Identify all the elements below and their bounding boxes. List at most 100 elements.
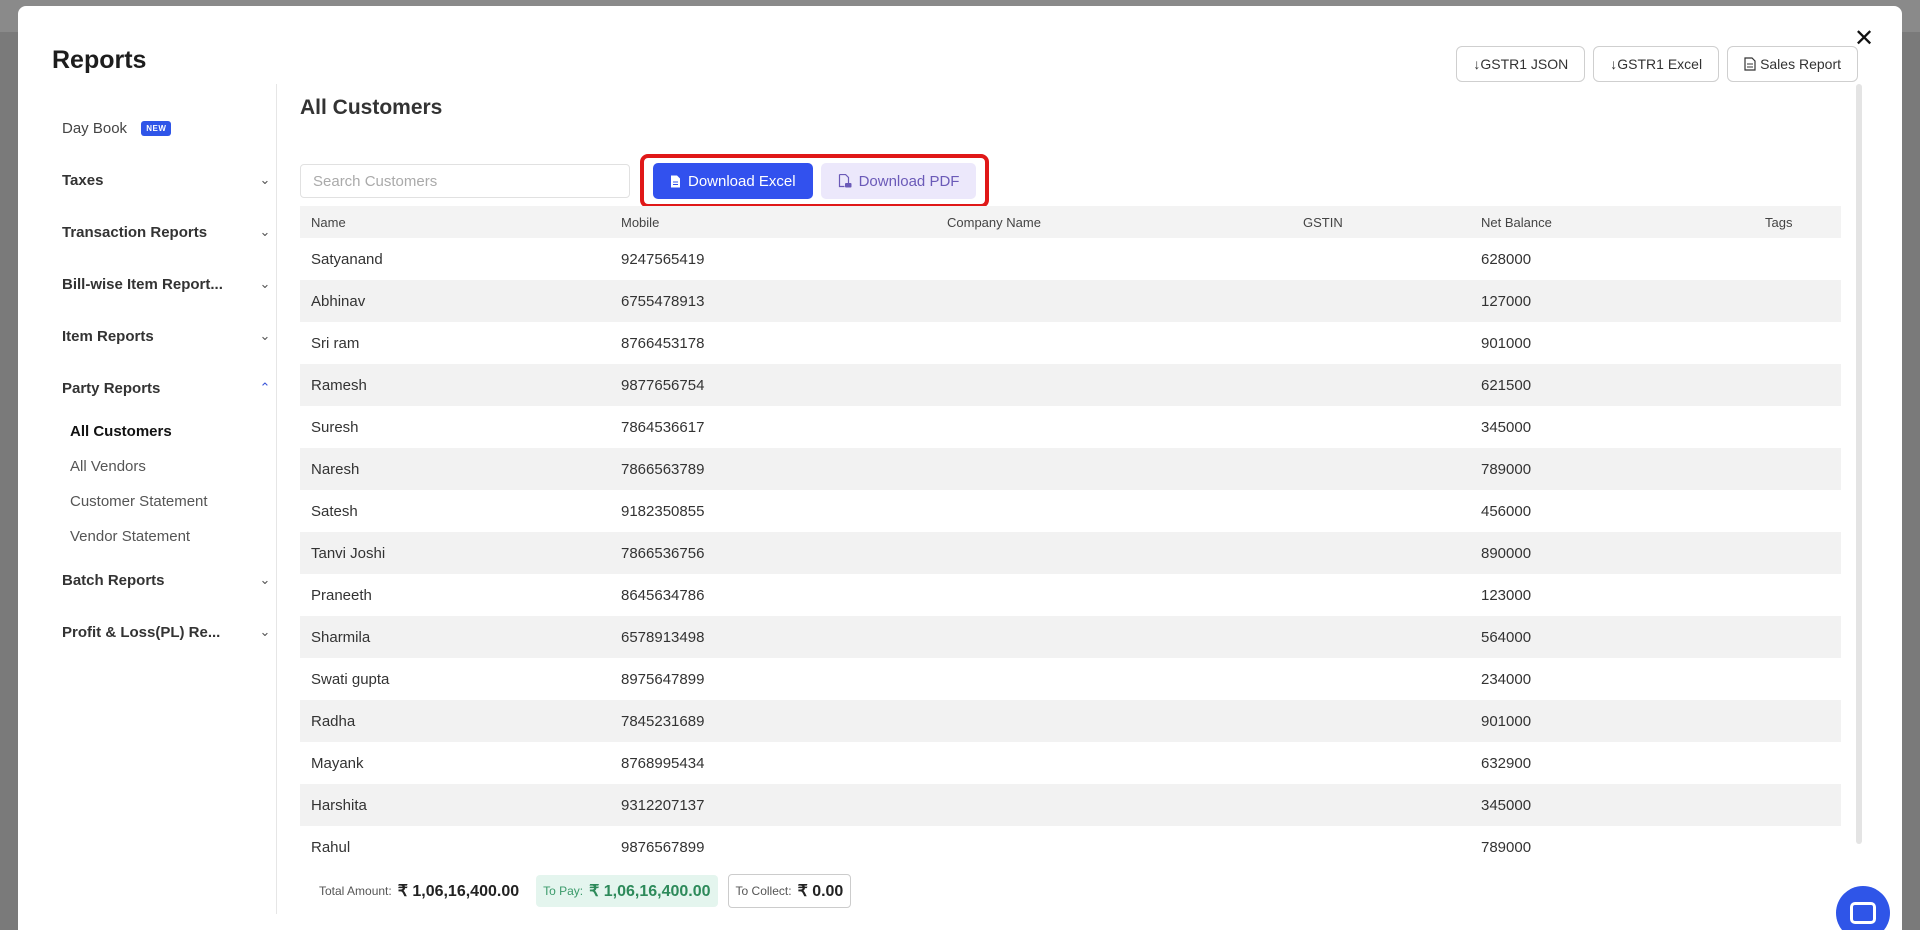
total-amount: Total Amount: ₹ 1,06,16,400.00 [312,875,526,907]
cell-name: Harshita [300,784,610,826]
column-header-gstin[interactable]: GSTIN [1292,206,1470,238]
cell-name: Rahul [311,838,351,856]
table-row[interactable]: Harshita 9312207137 345000 [300,784,1841,826]
toolbar: Download Excel Download PDF [300,154,990,208]
sidebar-item-label: Taxes [62,171,104,189]
sidebar-item-vendor-statement[interactable]: Vendor Statement [70,519,272,554]
cell-company [936,658,1292,700]
sidebar-item-taxes[interactable]: Taxes ⌄ [62,154,272,206]
cell-name: Radha [300,700,610,742]
cell-company [936,406,1292,448]
gstr1-json-label: ↓GSTR1 JSON [1473,56,1569,72]
search-input[interactable] [300,164,630,198]
cell-company [936,616,1292,658]
table-row[interactable]: Mayank 8768995434 632900 [300,742,1841,784]
cell-gstin [1292,406,1470,448]
download-pdf-button[interactable]: Download PDF [820,163,977,199]
column-header-name[interactable]: Name [300,206,610,238]
cell-name: Ramesh [300,364,610,406]
sidebar-item-bill-wise-item-report[interactable]: Bill-wise Item Report... ⌄ [62,258,272,310]
chevron-down-icon: ⌄ [259,224,271,240]
table-row[interactable]: Sri ram 8766453178 901000 [300,322,1841,364]
cell-company [936,826,1292,868]
cell-company [936,574,1292,616]
sidebar-item-all-customers[interactable]: All Customers [70,414,272,449]
main-content: All Customers Download Excel [300,96,1841,908]
gstr1-excel-button[interactable]: ↓GSTR1 Excel [1593,46,1720,82]
sidebar-item-customer-statement[interactable]: Customer Statement [70,484,272,519]
sidebar-item-label: Bill-wise Item Report... [62,275,223,293]
cell-tags [1754,532,1841,574]
cell-gstin [1292,700,1470,742]
cell-gstin [1292,448,1470,490]
download-excel-button[interactable]: Download Excel [653,163,813,199]
top-actions: ↓GSTR1 JSON ↓GSTR1 Excel Sales Report [1456,46,1858,82]
cell-company [936,364,1292,406]
table-row[interactable]: Tanvi Joshi 7866536756 890000 [300,532,1841,574]
sidebar-item-profit-loss[interactable]: Profit & Loss(PL) Re... ⌄ [62,606,272,658]
cell-tags [1754,784,1841,826]
sidebar-item-label: Item Reports [62,327,154,345]
table-row[interactable]: Satyanand 9247565419 628000 [300,238,1841,280]
download-highlight-box: Download Excel Download PDF [640,154,990,208]
table-row[interactable]: Satesh 9182350855 456000 [300,490,1841,532]
cell-mobile: 9312207137 [610,784,936,826]
table-row[interactable]: Swati gupta 8975647899 234000 [300,658,1841,700]
sidebar-divider [276,84,277,914]
column-header-net-balance[interactable]: Net Balance [1470,206,1754,238]
cell-gstin [1292,364,1470,406]
cell-name: Abhinav [300,280,610,322]
table-row[interactable]: Sharmila 6578913498 564000 [300,616,1841,658]
cell-tags [1754,364,1841,406]
table-row[interactable]: Praneeth 8645634786 123000 [300,574,1841,616]
cell-mobile: 6755478913 [610,280,936,322]
scrollbar[interactable] [1856,84,1862,844]
table-row[interactable]: Naresh 7866563789 789000 [300,448,1841,490]
table-row[interactable]: Suresh 7864536617 345000 [300,406,1841,448]
table-body: Satyanand 9247565419 628000 Abhinav 67554789… [300,238,1841,868]
cell-tags [1754,448,1841,490]
chevron-down-icon: ⌄ [259,572,271,588]
cell-net-balance: 234000 [1481,670,1532,688]
cell-name: Mayank [311,754,364,772]
cell-tags [1754,826,1841,868]
sales-report-button[interactable]: Sales Report [1727,46,1858,82]
cell-name: Sharmila [300,616,610,658]
cell-gstin [1292,784,1470,826]
sidebar-item-label: Party Reports [62,379,161,397]
download-excel-label: Download Excel [688,172,796,190]
cell-name: Swati gupta [311,670,390,688]
table-row[interactable]: Rahul 9876567899 789000 [300,826,1841,868]
cell-net-balance: 632900 [1481,754,1532,772]
cell-name: Suresh [311,418,359,436]
cell-tags [1754,658,1841,700]
column-header-company[interactable]: Company Name [936,206,1292,238]
cell-name: Satesh [311,502,358,520]
to-collect-value: ₹ 0.00 [797,883,844,900]
to-pay-value: ₹ 1,06,16,400.00 [589,883,711,900]
cell-mobile: 9182350855 [621,502,705,520]
new-badge: NEW [141,121,172,137]
sidebar-item-batch-reports[interactable]: Batch Reports ⌄ [62,554,272,606]
gstr1-json-button[interactable]: ↓GSTR1 JSON [1456,46,1586,82]
sidebar-item-transaction-reports[interactable]: Transaction Reports ⌄ [62,206,272,258]
sidebar-item-label: Batch Reports [62,571,165,589]
sidebar-item-party-reports[interactable]: Party Reports ⌃ [62,362,272,414]
cell-mobile: 6578913498 [610,616,936,658]
sidebar-item-label: Transaction Reports [62,223,208,241]
sales-report-label: Sales Report [1760,56,1841,72]
sidebar-item-all-vendors[interactable]: All Vendors [70,449,272,484]
sidebar-item-item-reports[interactable]: Item Reports ⌄ [62,310,272,362]
column-header-mobile[interactable]: Mobile [610,206,936,238]
to-pay-label: To Pay: [543,884,584,898]
column-header-tags[interactable]: Tags [1754,206,1841,238]
table-row[interactable]: Radha 7845231689 901000 [300,700,1841,742]
totals-bar: Total Amount: ₹ 1,06,16,400.00 To Pay: ₹… [300,868,1841,914]
sidebar-item-day-book[interactable]: Day Book NEW [62,102,272,154]
customers-table: Name Mobile Company Name GSTIN Net Balan… [300,206,1841,868]
cell-company [936,532,1292,574]
table-row[interactable]: Ramesh 9877656754 621500 [300,364,1841,406]
chat-button[interactable] [1836,886,1890,930]
cell-tags [1754,322,1841,364]
table-row[interactable]: Abhinav 6755478913 127000 [300,280,1841,322]
